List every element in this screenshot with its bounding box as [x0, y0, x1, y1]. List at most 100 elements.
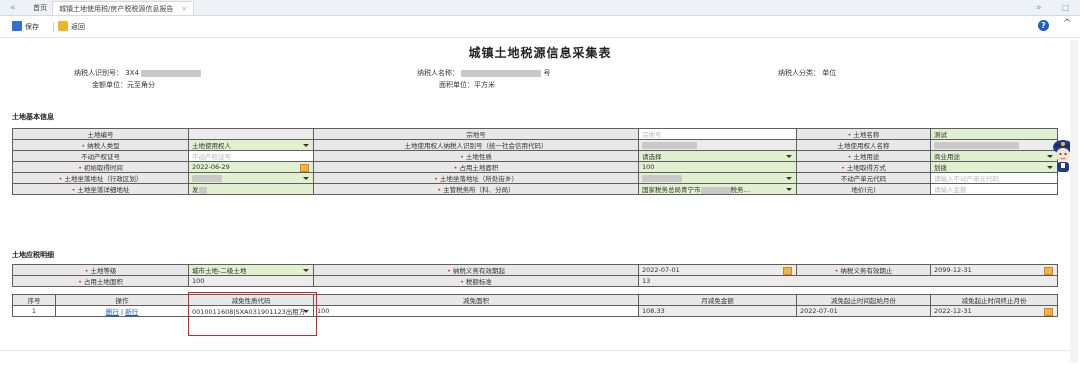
land-price-input[interactable]: 请输入金额 [930, 183, 1058, 195]
taxpayer-type-label: • 纳税人类型 [12, 139, 189, 151]
delete-row-link[interactable]: 删行 [106, 308, 119, 316]
back-label: 返回 [71, 23, 85, 31]
window-maximize-icon[interactable]: □ [1062, 3, 1070, 12]
col-header: 操作 [55, 294, 189, 306]
detail-section-title: 土地应税明细 [12, 251, 54, 259]
land-use-label: • 土地用途 [796, 150, 931, 162]
action-separator: | [120, 308, 124, 316]
redaction-block [700, 186, 731, 194]
address-detail-label: • 土地坐落详细地址 [12, 183, 189, 195]
property-cert-input[interactable]: 不动产权证号 [188, 150, 314, 162]
acq-time-label: • 初始取得时间 [12, 161, 189, 173]
page-title: 城镇土地税源信息采集表 [468, 46, 612, 60]
land-nature-label: • 土地性质 [313, 150, 639, 162]
tax-office-select[interactable]: 国家税务总局青宁市 税务… [638, 183, 797, 195]
taxpayer-id-value: 3X4 [125, 69, 139, 77]
relief-end-datepicker[interactable]: 2022-12-31 [930, 305, 1058, 317]
taxpayer-category-value: 单位 [822, 69, 837, 77]
user-id-field [638, 139, 797, 151]
tab-bar: « 首页 城镇土地使用税/房产税税源信息报告 × » □ [0, 0, 1080, 16]
row-index: 1 [12, 305, 56, 317]
relief-start-month: 2022-07-01 [796, 305, 931, 317]
tax-office-label: • 主管税务所（科、分局） [313, 183, 639, 195]
tax-end-datepicker[interactable]: 2099-12-31 [930, 264, 1058, 276]
tax-standard-label: • 税额标准 [313, 275, 639, 287]
basic-info-table: 土地编号 宗地号 宗地号 • 土地名称 测试 • 纳税人类型 土地使用权人 土地使用… [12, 128, 1058, 195]
tax-end-label: • 纳税义务有效期止 [796, 264, 931, 276]
tax-start-label: • 纳税义务有效期起 [313, 264, 639, 276]
back-icon [58, 21, 68, 31]
highlight-box [188, 292, 317, 336]
toolbar-divider [53, 22, 54, 32]
save-label: 保存 [25, 23, 39, 31]
parcel-no-input[interactable]: 宗地号 [638, 128, 797, 140]
collapse-icon[interactable]: ^ [1063, 18, 1071, 29]
land-no-field [188, 128, 314, 140]
acq-time-datepicker[interactable]: 2022-06-29 [188, 161, 314, 173]
vertical-scrollbar[interactable] [1070, 40, 1078, 362]
save-button[interactable]: 保存 [12, 21, 39, 33]
land-name-label: • 土地名称 [796, 128, 931, 140]
acq-method-select[interactable]: 划拨 [930, 161, 1058, 173]
occupied-area-field: 100 [188, 275, 314, 287]
tax-start-datepicker[interactable]: 2022-07-01 [638, 264, 797, 276]
table-row: 1 删行 | 新行 0010011608|SXA031901123出租方 100… [12, 305, 1058, 317]
taxpayer-type-select[interactable]: 土地使用权人 [188, 139, 314, 151]
col-header: 减免起止时间起始月份 [796, 294, 931, 306]
tab-label: 城镇土地使用税/房产税税源信息报告 [59, 5, 174, 13]
land-price-label: 地价(元) [796, 183, 931, 195]
taxpayer-name-label: 纳税人名称： [417, 69, 459, 77]
address-admin-select[interactable] [188, 172, 314, 184]
user-id-label: 土地使用权人纳税人识别号（统一社会信用代码） [313, 139, 639, 151]
taxpayer-id: 纳税人识别号： 3X4 [74, 68, 202, 78]
toolbar: 保存 返回 ? ^ [0, 16, 1080, 38]
tab-scroll-right-icon[interactable]: » [1036, 3, 1042, 13]
taxpayer-name-suffix: 号 [543, 69, 551, 77]
redaction-block [934, 141, 1019, 149]
detail-table: • 土地等级 城市土地-二级土地 • 纳税义务有效期起 2022-07-01 • 纳税… [12, 264, 1058, 287]
amount-unit: 金额单位：元至角分 [92, 81, 155, 89]
tab-home[interactable]: 首页 [27, 1, 53, 15]
row-actions: 删行 | 新行 [55, 305, 189, 317]
land-area-label: • 占用土地面积 [313, 161, 639, 173]
address-street-select[interactable] [638, 172, 797, 184]
tab-scroll-left-icon[interactable]: « [10, 3, 16, 13]
col-header: 月减免金额 [638, 294, 797, 306]
relief-header-row: 序号 操作 减免性质代码 减免面积 月减免金额 减免起止时间起始月份 减免起止时… [12, 294, 1058, 306]
relief-area-input[interactable]: 100 [313, 305, 639, 317]
land-area-input[interactable]: 100 [638, 161, 797, 173]
land-nature-select[interactable]: 请选择 [638, 150, 797, 162]
redaction-block [461, 69, 542, 77]
taxpayer-name: 纳税人名称： 号 [417, 68, 550, 78]
tab-tax-source-report[interactable]: 城镇土地使用税/房产税税源信息报告 × [52, 1, 195, 15]
redaction-block [192, 174, 222, 182]
land-use-select[interactable]: 商业用途 [930, 150, 1058, 162]
land-grade-label: • 土地等级 [12, 264, 189, 276]
acq-method-label: • 土地取得方式 [796, 161, 931, 173]
address-detail-input[interactable]: 发 [188, 183, 314, 195]
land-grade-select[interactable]: 城市土地-二级土地 [188, 264, 314, 276]
add-row-link[interactable]: 新行 [125, 308, 138, 316]
redaction-block [642, 174, 682, 182]
property-cert-label: 不动产权证号 [12, 150, 189, 162]
help-icon[interactable]: ? [1038, 20, 1049, 31]
redaction-block [198, 186, 207, 194]
horizontal-divider [0, 350, 1070, 358]
user-name-label: 土地使用权人名称 [796, 139, 931, 151]
area-unit: 面积单位：平方米 [439, 81, 495, 89]
tax-standard-field: 13 [638, 275, 1058, 287]
land-no-label: 土地编号 [12, 128, 189, 140]
parcel-no-label: 宗地号 [313, 128, 639, 140]
col-header: 减免面积 [313, 294, 639, 306]
land-name-input[interactable]: 测试 [930, 128, 1058, 140]
save-icon [12, 21, 22, 31]
occupied-area-label: • 占用土地面积 [12, 275, 189, 287]
redaction-block [141, 69, 202, 77]
unit-code-label: 不动产单元代码 [796, 172, 931, 184]
user-name-field [930, 139, 1058, 151]
unit-code-input[interactable]: 请输入不动产单元代码 [930, 172, 1058, 184]
redaction-block [642, 141, 697, 149]
tab-close-icon[interactable]: × [181, 5, 187, 13]
back-button[interactable]: 返回 [58, 21, 85, 33]
basic-info-section-title: 土地基本信息 [12, 113, 54, 121]
